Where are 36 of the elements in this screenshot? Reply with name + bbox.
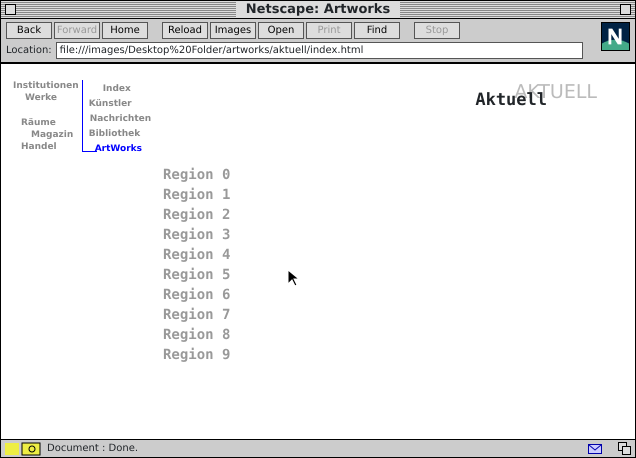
nav-link[interactable]: Künstler (88, 97, 152, 112)
close-box[interactable] (5, 4, 16, 15)
region-link[interactable]: Region 1 (163, 185, 230, 205)
region-link[interactable]: Region 5 (163, 265, 230, 285)
region-link[interactable]: Region 0 (163, 165, 230, 185)
nav-link[interactable]: ArtWorks (88, 142, 152, 157)
toolbar-button[interactable]: Reload (162, 22, 208, 39)
region-link[interactable]: Region 2 (163, 205, 230, 225)
window-icon[interactable] (618, 442, 631, 455)
nav-link[interactable]: Magazin (13, 129, 79, 141)
region-link[interactable]: Region 4 (163, 245, 230, 265)
status-text: Document : Done. (47, 442, 138, 456)
nav-link[interactable]: Handel (13, 141, 79, 153)
region-link[interactable]: Region 6 (163, 285, 230, 305)
nav-link[interactable]: Bibliothek (88, 127, 152, 142)
nav-link[interactable]: Werke (13, 92, 79, 104)
region-link[interactable]: Region 8 (163, 325, 230, 345)
pointer-icon (287, 269, 298, 286)
logo-icon[interactable] (601, 22, 630, 51)
toolbar-button[interactable]: Back (6, 22, 52, 39)
security-icon[interactable] (5, 442, 41, 456)
region-link[interactable]: Region 9 (163, 345, 230, 365)
nav-link[interactable]: Institutionen (13, 80, 79, 92)
nav-link[interactable]: Index (88, 82, 152, 97)
nav-link[interactable]: Räume (13, 117, 79, 129)
location-field[interactable]: file:///images/Desktop%20Folder/artworks/aktuell/index.html (56, 42, 583, 59)
region-link[interactable]: Region 3 (163, 225, 230, 245)
toolbar-button[interactable]: Home (102, 22, 148, 39)
nav-link[interactable]: Nachrichten (88, 112, 152, 127)
window-title: Netscape: Artworks (236, 2, 400, 18)
toolbar-button[interactable]: Find (354, 22, 400, 39)
location-label: Location: (6, 44, 52, 58)
toolbar-button[interactable]: Open (258, 22, 304, 39)
zoom-box[interactable] (620, 4, 631, 15)
region-link[interactable]: Region 7 (163, 305, 230, 325)
toolbar-button[interactable]: Images (210, 22, 256, 39)
